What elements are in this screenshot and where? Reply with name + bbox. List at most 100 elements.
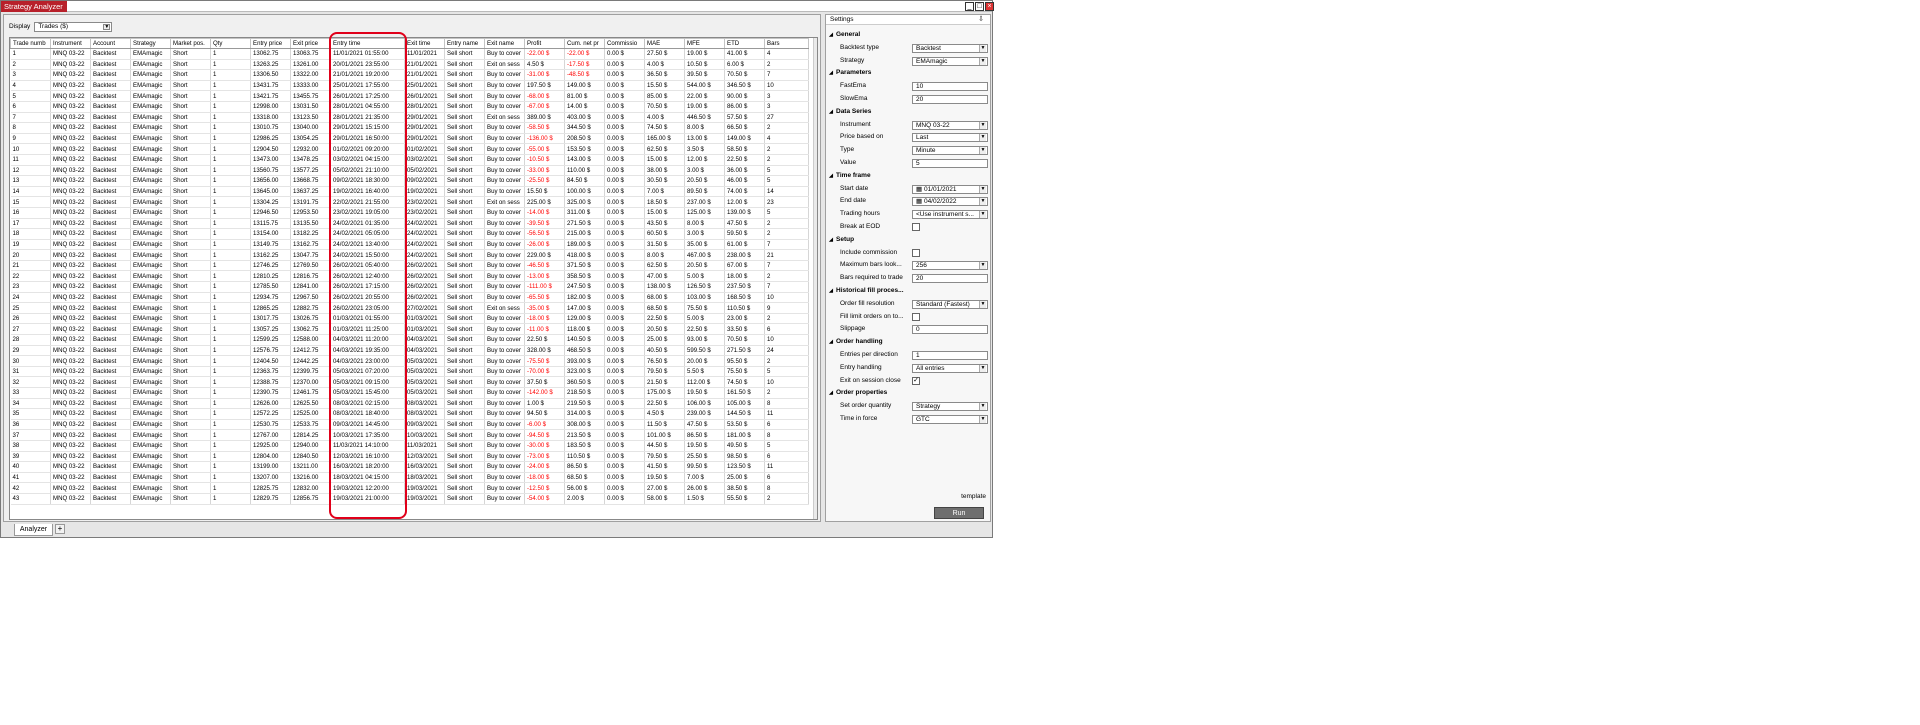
column-header-mae[interactable]: MAE [644, 38, 685, 49]
collapse-icon[interactable]: ◢ [826, 106, 836, 119]
tab-analyzer[interactable]: Analyzer [14, 524, 53, 536]
close-icon[interactable]: × [985, 2, 994, 11]
pin-icon[interactable]: ⇩ [978, 15, 984, 25]
field-price-based-on[interactable]: Last ▼ [912, 133, 988, 143]
column-header-entry-name[interactable]: Entry name [444, 38, 485, 49]
table-row[interactable]: 34 MNQ 03-22 Backtest EMAmagic Short 1 12626.0… [10, 398, 809, 410]
table-row[interactable]: 31 MNQ 03-22 Backtest EMAmagic Short 1 12363.7… [10, 366, 809, 378]
collapse-icon[interactable]: ◢ [826, 336, 836, 349]
table-row[interactable]: 27 MNQ 03-22 Backtest EMAmagic Short 1 13057.2… [10, 323, 809, 336]
collapse-icon[interactable]: ◢ [826, 67, 836, 80]
column-header-entry-time[interactable]: Entry time [330, 38, 405, 49]
chevron-down-icon[interactable]: ▼ [979, 415, 986, 423]
chevron-down-icon[interactable]: ▼ [979, 44, 986, 52]
column-header-cum-net-pr[interactable]: Cum. net pr [564, 38, 605, 49]
table-row[interactable]: 36 MNQ 03-22 Backtest EMAmagic Short 1 12530.7… [10, 419, 809, 431]
column-header-exit-name[interactable]: Exit name [484, 38, 525, 49]
category-order-handling[interactable]: ◢ Order handling [826, 336, 990, 349]
checkbox-exit-on-session-close[interactable]: ✓ [912, 376, 920, 385]
chevron-down-icon[interactable]: ▼ [979, 134, 986, 142]
run-button[interactable]: Run [934, 507, 984, 519]
category-historical-fill-proces[interactable]: ◢ Historical fill proces... [826, 285, 990, 298]
minimize-icon[interactable]: _ [965, 2, 974, 11]
column-header-account[interactable]: Account [90, 38, 131, 49]
table-row[interactable]: 43 MNQ 03-22 Backtest EMAmagic Short 1 12829.7… [10, 493, 809, 505]
table-row[interactable]: 38 MNQ 03-22 Backtest EMAmagic Short 1 12925.0… [10, 440, 809, 452]
table-row[interactable]: 35 MNQ 03-22 Backtest EMAmagic Short 1 12572.2… [10, 408, 809, 420]
chevron-down-icon[interactable]: ▼ [979, 300, 986, 308]
column-header-instrument[interactable]: Instrument [50, 38, 91, 49]
table-row[interactable]: 22 MNQ 03-22 Backtest EMAmagic Short 1 12810.2… [10, 270, 809, 283]
table-row[interactable]: 23 MNQ 03-22 Backtest EMAmagic Short 1 12785.5… [10, 281, 809, 293]
chevron-down-icon[interactable]: ▼ [979, 198, 986, 206]
table-row[interactable]: 10 MNQ 03-22 Backtest EMAmagic Short 1 12904.5… [10, 143, 809, 155]
table-row[interactable]: 33 MNQ 03-22 Backtest EMAmagic Short 1 12390.7… [10, 387, 809, 399]
table-row[interactable]: 39 MNQ 03-22 Backtest EMAmagic Short 1 12804.0… [10, 451, 809, 463]
field-instrument[interactable]: MNQ 03-22 ▼ [912, 120, 988, 130]
table-row[interactable]: 6 MNQ 03-22 Backtest EMAmagic Short 1 12998.00… [10, 101, 809, 113]
table-row[interactable]: 5 MNQ 03-22 Backtest EMAmagic Short 1 13421.75… [10, 90, 809, 102]
checkbox-break-at-eod[interactable] [912, 222, 920, 231]
field-backtest-type[interactable]: Backtest ▼ [912, 43, 988, 53]
table-row[interactable]: 42 MNQ 03-22 Backtest EMAmagic Short 1 12825.7… [10, 482, 809, 494]
table-row[interactable]: 19 MNQ 03-22 Backtest EMAmagic Short 1 13149.7… [10, 239, 809, 251]
template-link[interactable]: template [961, 493, 986, 500]
table-row[interactable]: 2 MNQ 03-22 Backtest EMAmagic Short 1 13263.25… [10, 59, 809, 71]
collapse-icon[interactable]: ◢ [826, 285, 836, 298]
table-row[interactable]: 40 MNQ 03-22 Backtest EMAmagic Short 1 13199.0… [10, 461, 809, 473]
table-row[interactable]: 15 MNQ 03-22 Backtest EMAmagic Short 1 13304.2… [10, 196, 809, 208]
table-row[interactable]: 37 MNQ 03-22 Backtest EMAmagic Short 1 12767.0… [10, 429, 809, 441]
field-trading-hours[interactable]: <Use instrument s... ▼ [912, 210, 988, 220]
table-row[interactable]: 26 MNQ 03-22 Backtest EMAmagic Short 1 13017.7… [10, 313, 809, 325]
vertical-scrollbar[interactable] [813, 38, 817, 519]
table-row[interactable]: 14 MNQ 03-22 Backtest EMAmagic Short 1 13645.0… [10, 186, 809, 198]
column-header-mfe[interactable]: MFE [684, 38, 725, 49]
column-header-entry-price[interactable]: Entry price [250, 38, 291, 49]
table-row[interactable]: 30 MNQ 03-22 Backtest EMAmagic Short 1 12404.5… [10, 355, 809, 367]
chevron-down-icon[interactable]: ▼ [979, 262, 986, 270]
category-order-properties[interactable]: ◢ Order properties [826, 387, 990, 400]
field-entry-handling[interactable]: All entries ▼ [912, 363, 988, 373]
table-row[interactable]: 9 MNQ 03-22 Backtest EMAmagic Short 1 12986.25… [10, 133, 809, 145]
category-general[interactable]: ◢ General [826, 29, 990, 42]
column-header-market-pos[interactable]: Market pos. [170, 38, 211, 49]
chevron-down-icon[interactable]: ▼ [979, 211, 986, 219]
table-row[interactable]: 3 MNQ 03-22 Backtest EMAmagic Short 1 13306.50… [10, 69, 809, 81]
table-row[interactable]: 20 MNQ 03-22 Backtest EMAmagic Short 1 13162.2… [10, 249, 809, 261]
table-row[interactable]: 41 MNQ 03-22 Backtest EMAmagic Short 1 13207.0… [10, 472, 809, 484]
column-header-strategy[interactable]: Strategy [130, 38, 171, 49]
table-row[interactable]: 24 MNQ 03-22 Backtest EMAmagic Short 1 12934.7… [10, 292, 809, 304]
table-row[interactable]: 28 MNQ 03-22 Backtest EMAmagic Short 1 12599.2… [10, 334, 809, 346]
table-row[interactable]: 11 MNQ 03-22 Backtest EMAmagic Short 1 13473.0… [10, 154, 809, 166]
field-order-fill-resolution[interactable]: Standard (Fastest) ▼ [912, 299, 988, 309]
column-header-exit-time[interactable]: Exit time [404, 38, 445, 49]
field-fastema[interactable]: 10 [912, 82, 988, 92]
maximize-icon[interactable]: □ [975, 2, 984, 11]
calendar-icon[interactable]: ▦ [916, 186, 924, 193]
collapse-icon[interactable]: ◢ [826, 387, 836, 400]
table-row[interactable]: 25 MNQ 03-22 Backtest EMAmagic Short 1 12865.2… [10, 302, 809, 314]
calendar-icon[interactable]: ▦ [916, 198, 924, 205]
field-end-date[interactable]: ▦ 04/02/2022 ▼ [912, 197, 988, 207]
field-set-order-quantity[interactable]: Strategy ▼ [912, 402, 988, 412]
table-row[interactable]: 18 MNQ 03-22 Backtest EMAmagic Short 1 13154.0… [10, 228, 809, 240]
field-entries-per-direction[interactable]: 1 [912, 350, 988, 360]
field-strategy[interactable]: EMAmagic ▼ [912, 56, 988, 66]
table-row[interactable]: 4 MNQ 03-22 Backtest EMAmagic Short 1 13431.75… [10, 80, 809, 92]
table-row[interactable]: 8 MNQ 03-22 Backtest EMAmagic Short 1 13010.75… [10, 122, 809, 134]
table-row[interactable]: 17 MNQ 03-22 Backtest EMAmagic Short 1 13115.7… [10, 218, 809, 230]
table-row[interactable]: 12 MNQ 03-22 Backtest EMAmagic Short 1 13560.7… [10, 165, 809, 177]
collapse-icon[interactable]: ◢ [826, 29, 836, 42]
table-row[interactable]: 13 MNQ 03-22 Backtest EMAmagic Short 1 13656.0… [10, 175, 809, 187]
table-row[interactable]: 21 MNQ 03-22 Backtest EMAmagic Short 1 12746.2… [10, 260, 809, 272]
display-select[interactable]: Trades ($) ▼ [34, 21, 113, 32]
table-row[interactable]: 29 MNQ 03-22 Backtest EMAmagic Short 1 12576.7… [10, 345, 809, 357]
field-bars-required-to-trade[interactable]: 20 [912, 274, 988, 284]
column-header-qty[interactable]: Qty [210, 38, 251, 49]
column-header-trade-numb[interactable]: Trade numb [10, 38, 51, 49]
add-tab-button[interactable]: + [55, 524, 65, 534]
field-maximum-bars-look[interactable]: 256 ▼ [912, 261, 988, 271]
column-header-commissio[interactable]: Commissio [604, 38, 645, 49]
field-slippage[interactable]: 0 [912, 325, 988, 335]
category-parameters[interactable]: ◢ Parameters [826, 67, 990, 80]
